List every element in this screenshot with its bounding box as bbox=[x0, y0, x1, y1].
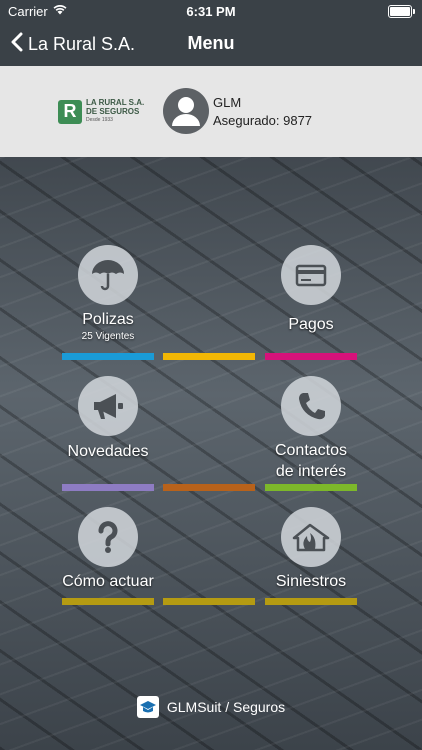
tile-polizas-count: 25 Vigentes bbox=[81, 331, 135, 342]
accent-bar-middle-2 bbox=[163, 484, 255, 491]
credit-card-icon bbox=[281, 245, 341, 305]
navigation-bar: La Rural S.A. Menu bbox=[0, 24, 422, 66]
tile-pagos-label: Pagos bbox=[288, 316, 334, 333]
chevron-left-icon bbox=[10, 32, 24, 57]
user-name: GLM bbox=[213, 95, 242, 110]
umbrella-icon bbox=[78, 245, 138, 305]
tile-novedades-label: Novedades bbox=[67, 443, 149, 460]
back-label: La Rural S.A. bbox=[28, 34, 136, 54]
accent-bar-contactos bbox=[265, 484, 357, 491]
tile-novedades[interactable]: Novedades bbox=[62, 376, 154, 462]
accent-bar-pagos bbox=[265, 353, 357, 360]
tile-pagos[interactable]: Pagos bbox=[265, 245, 357, 335]
avatar[interactable] bbox=[163, 88, 209, 134]
graduation-cap-icon bbox=[136, 696, 159, 718]
battery-icon bbox=[388, 5, 415, 18]
logo-line1: LA RURAL S.A. bbox=[86, 98, 145, 107]
user-info: GLM Asegurado: 9877 bbox=[213, 94, 312, 130]
tile-como-actuar-label: Cómo actuar bbox=[62, 573, 154, 590]
back-button[interactable]: La Rural S.A. bbox=[10, 32, 135, 57]
tile-contactos[interactable]: Contactos de interés bbox=[265, 376, 357, 482]
logo-line2: DE SEGUROS bbox=[86, 107, 140, 116]
status-bar: Carrier 6:31 PM bbox=[0, 0, 422, 24]
accent-bar-novedades bbox=[62, 484, 154, 491]
accent-bar-polizas bbox=[62, 353, 154, 360]
logo-since: Desde 1933 bbox=[86, 117, 113, 123]
accent-bar-middle-3 bbox=[163, 598, 255, 605]
status-time: 6:31 PM bbox=[186, 4, 236, 19]
accent-bar-middle-1 bbox=[163, 353, 255, 360]
house-fire-icon bbox=[281, 507, 341, 567]
accent-bar-como-actuar bbox=[62, 598, 154, 605]
tile-contactos-label: Contactos de interés bbox=[274, 442, 348, 480]
user-icon bbox=[172, 97, 200, 126]
tile-siniestros[interactable]: Siniestros bbox=[265, 507, 357, 592]
phone-icon bbox=[281, 376, 341, 436]
megaphone-icon bbox=[78, 376, 138, 436]
question-mark-icon bbox=[78, 507, 138, 567]
tile-como-actuar[interactable]: Cómo actuar bbox=[62, 507, 154, 592]
user-policy: Asegurado: 9877 bbox=[213, 113, 313, 128]
tile-siniestros-label: Siniestros bbox=[275, 573, 347, 590]
company-logo: R LA RURAL S.A. DE SEGUROS Desde 1933 bbox=[58, 98, 144, 125]
logo-mark: R bbox=[58, 99, 82, 124]
footer-text: GLMSuit / Seguros bbox=[166, 699, 286, 715]
footer-brand: GLMSuit / Seguros bbox=[0, 696, 422, 718]
tile-polizas[interactable]: Polizas 25 Vigentes bbox=[62, 245, 154, 342]
tile-polizas-label: Polizas bbox=[82, 311, 134, 328]
accent-bar-siniestros bbox=[265, 598, 357, 605]
